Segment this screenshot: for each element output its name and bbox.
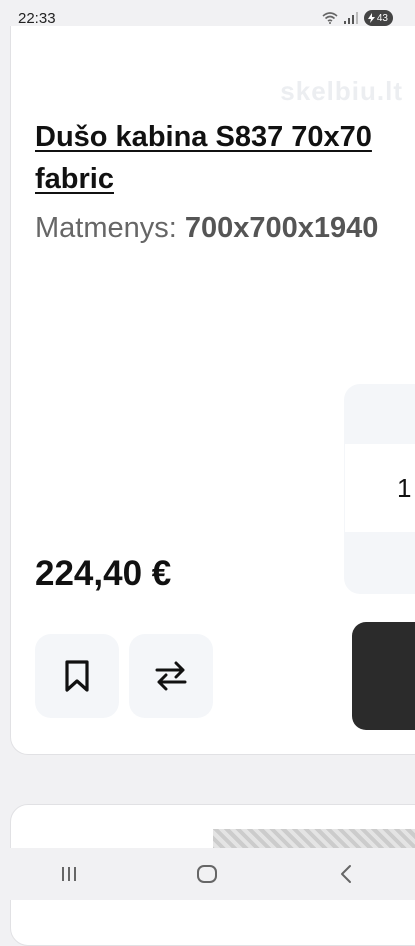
quantity-value: 1 <box>397 472 412 503</box>
recent-apps-icon <box>62 867 77 881</box>
compare-button[interactable] <box>129 634 213 718</box>
status-time: 22:33 <box>18 10 56 27</box>
dimensions-label: Matmenys: <box>35 212 177 244</box>
product-card: skelbiu.lt Dušo kabina S837 70x70 fabric… <box>10 26 415 755</box>
product-price: 224,40 € <box>35 554 172 593</box>
quantity-input[interactable]: 1 <box>345 444 415 532</box>
back-button[interactable] <box>306 854 386 894</box>
home-button[interactable] <box>167 854 247 894</box>
battery-indicator: 43 <box>363 10 393 26</box>
recent-apps-button[interactable] <box>29 854 109 894</box>
bookmark-icon <box>65 660 89 692</box>
dimensions-value: 700x700x1940 <box>184 212 379 244</box>
battery-level: 43 <box>376 12 388 24</box>
product-dimensions: Matmenys: 700x700x1940 <box>35 212 378 245</box>
add-to-cart-button[interactable] <box>352 622 415 730</box>
watermark-logo: skelbiu.lt <box>280 76 403 106</box>
charging-icon <box>367 13 375 23</box>
wifi-icon <box>322 12 338 24</box>
status-icons: 43 <box>322 10 393 26</box>
product-title-link[interactable]: Dušo kabina S837 70x70 fabric <box>35 116 405 200</box>
home-icon <box>197 865 218 883</box>
signal-icon <box>343 12 358 24</box>
back-icon <box>340 865 351 883</box>
system-nav-bar <box>0 848 415 900</box>
bookmark-button[interactable] <box>35 634 119 718</box>
quantity-stepper[interactable]: 1 <box>344 384 415 594</box>
swap-arrows-icon <box>155 661 187 691</box>
